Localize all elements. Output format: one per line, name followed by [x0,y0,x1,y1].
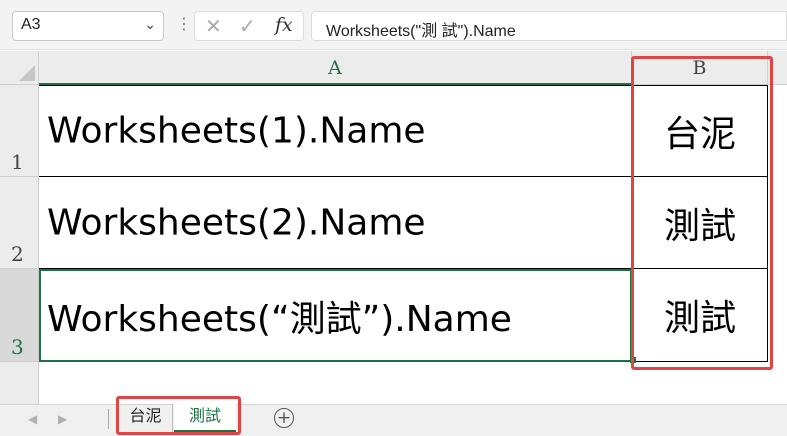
formula-text: Worksheets("測 試").Name [326,23,516,40]
add-sheet-icon[interactable]: + [274,408,294,428]
row-header-2[interactable]: 2 [0,177,39,269]
cell-a1[interactable]: Worksheets(1).Name [39,85,632,177]
formula-controls: ✕ ✓ fx [194,11,304,41]
next-sheet-icon[interactable]: ▶ [58,404,67,434]
tab-divider [108,409,109,429]
highlight-column-b [631,56,773,370]
cell-text: Worksheets(“測試”).Name [47,298,512,340]
more-options-icon[interactable]: ⋮ [176,14,192,34]
row-number: 1 [11,150,24,174]
select-all-corner[interactable] [0,51,39,85]
name-box[interactable]: A3 ⌄ [12,11,164,41]
cell-text: Worksheets(1).Name [47,110,426,152]
row-header-empty [0,362,39,404]
enter-icon[interactable]: ✓ [239,14,256,38]
column-header-a[interactable]: A [39,51,632,85]
cell-text: Worksheets(2).Name [47,202,426,243]
row-header-1[interactable]: 1 [0,85,39,177]
formula-input[interactable]: Worksheets("測 試").Name [311,11,787,41]
row-number: 2 [11,242,24,266]
previous-sheet-icon[interactable]: ◀ [28,404,37,434]
name-box-value: A3 [21,16,41,33]
chevron-down-icon[interactable]: ⌄ [144,17,156,33]
cell-a2[interactable]: Worksheets(2).Name [39,177,632,269]
highlight-sheet-tabs [116,396,241,435]
cell-a3-selected[interactable]: Worksheets(“測試”).Name [39,269,632,362]
select-all-icon [19,65,35,81]
cancel-icon[interactable]: ✕ [205,14,222,38]
row-number: 3 [11,335,24,359]
row-header-3[interactable]: 3 [0,269,39,362]
insert-function-icon[interactable]: fx [275,14,293,36]
